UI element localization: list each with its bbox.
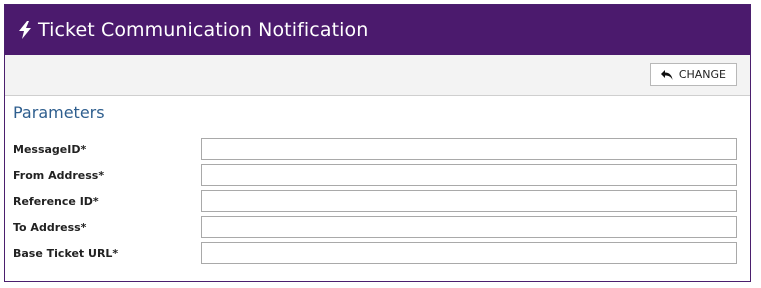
toolbar: CHANGE: [5, 55, 750, 96]
field-label: Base Ticket URL*: [13, 246, 119, 260]
field-row-from-address: From Address*: [13, 164, 737, 186]
field-row-message-id: MessageID*: [13, 138, 737, 160]
field-row-reference-id: Reference ID*: [13, 190, 737, 212]
page-title: Ticket Communication Notification: [38, 19, 369, 41]
field-label: MessageID*: [13, 142, 87, 156]
from-address-field[interactable]: [201, 164, 737, 186]
undo-arrow-icon: [660, 69, 673, 80]
reference-id-field[interactable]: [201, 190, 737, 212]
panel-header: Ticket Communication Notification: [5, 5, 750, 55]
field-row-base-ticket-url: Base Ticket URL*: [13, 242, 737, 264]
field-label: From Address*: [13, 168, 105, 182]
lightning-bolt-icon: [19, 21, 31, 39]
parameters-heading: Parameters: [13, 103, 105, 122]
to-address-field[interactable]: [201, 216, 737, 238]
message-id-field[interactable]: [201, 138, 737, 160]
field-label: To Address*: [13, 220, 87, 234]
change-button-label: CHANGE: [678, 68, 726, 81]
base-ticket-url-field[interactable]: [201, 242, 737, 264]
change-button[interactable]: CHANGE: [649, 63, 737, 86]
field-row-to-address: To Address*: [13, 216, 737, 238]
field-label: Reference ID*: [13, 194, 99, 208]
